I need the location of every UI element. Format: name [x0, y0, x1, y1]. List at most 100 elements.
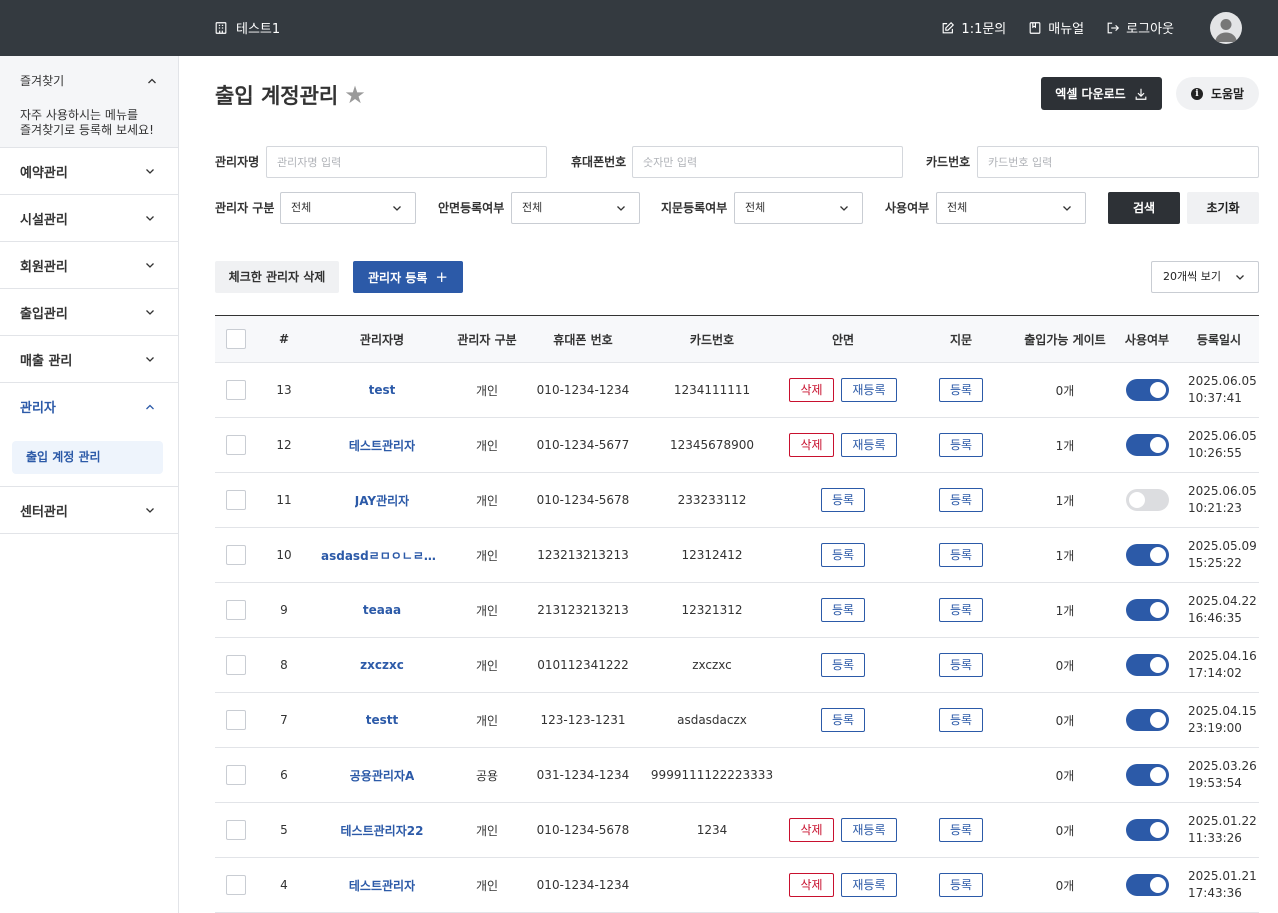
use-filter-select[interactable]: 전체: [936, 192, 1086, 224]
row-checkbox[interactable]: [226, 435, 246, 455]
admin-name-link[interactable]: 테스트관리자: [349, 877, 415, 894]
finger-register-button[interactable]: 등록: [938, 488, 984, 512]
name-filter-input[interactable]: [266, 146, 547, 178]
face-register-button[interactable]: 등록: [820, 543, 866, 567]
face-reregister-button[interactable]: 재등록: [841, 818, 897, 842]
sidebar-item-center[interactable]: 센터관리: [0, 487, 178, 534]
face-register-button[interactable]: 등록: [820, 653, 866, 677]
brand-name: 테스트1: [236, 22, 281, 37]
row-checkbox[interactable]: [226, 490, 246, 510]
enabled-toggle[interactable]: [1125, 764, 1169, 786]
sidebar-subitem-access-account[interactable]: 출입 계정 관리: [12, 441, 163, 474]
face-reregister-button[interactable]: 재등록: [841, 433, 897, 457]
admin-name-link[interactable]: 테스트관리자: [349, 437, 415, 454]
row-select-cell: [215, 473, 257, 528]
row-enabled-cell: [1115, 583, 1179, 638]
row-date: 2025.01.21: [1188, 869, 1257, 883]
brand[interactable]: 테스트1: [214, 18, 280, 37]
face-delete-button[interactable]: 삭제: [789, 378, 834, 402]
face-register-button[interactable]: 등록: [820, 598, 866, 622]
enabled-toggle[interactable]: [1125, 434, 1169, 456]
select-all-checkbox[interactable]: [226, 329, 246, 349]
help-button[interactable]: i 도움말: [1176, 77, 1259, 110]
finger-register-button[interactable]: 등록: [938, 433, 984, 457]
row-date-cell: 2025.04.15 23:19:00: [1179, 693, 1259, 748]
admin-name-link[interactable]: zxczxc: [360, 658, 404, 672]
row-checkbox[interactable]: [226, 765, 246, 785]
finger-filter-select[interactable]: 전체: [734, 192, 863, 224]
face-register-button[interactable]: 등록: [820, 488, 866, 512]
avatar[interactable]: [1210, 12, 1242, 44]
row-type: 개인: [475, 658, 499, 673]
face-delete-button[interactable]: 삭제: [789, 873, 834, 897]
phone-filter-input[interactable]: [632, 146, 903, 178]
manual-link[interactable]: 매뉴얼: [1028, 18, 1084, 37]
admin-name-link[interactable]: JAY관리자: [355, 492, 409, 509]
admin-name-link[interactable]: teaaa: [363, 603, 401, 617]
face-reregister-button[interactable]: 재등록: [841, 873, 897, 897]
row-checkbox[interactable]: [226, 710, 246, 730]
favorites-header[interactable]: 즐겨찾기: [20, 72, 158, 89]
enabled-toggle[interactable]: [1125, 709, 1169, 731]
finger-register-button[interactable]: 등록: [938, 543, 984, 567]
excel-download-button[interactable]: 엑셀 다운로드: [1041, 77, 1162, 110]
row-date-cell: 2025.05.09 15:25:22: [1179, 528, 1259, 583]
face-delete-button[interactable]: 삭제: [789, 818, 834, 842]
row-checkbox[interactable]: [226, 875, 246, 895]
face-delete-button[interactable]: 삭제: [789, 433, 834, 457]
favorites-msg-line2: 즐겨찾기로 등록해 보세요!: [20, 123, 154, 137]
admin-name-link[interactable]: 테스트관리자22: [341, 822, 424, 839]
page-size-select[interactable]: 20개씩 보기: [1151, 261, 1259, 293]
row-checkbox[interactable]: [226, 820, 246, 840]
admin-name-link[interactable]: testt: [366, 713, 399, 727]
enabled-toggle[interactable]: [1125, 654, 1169, 676]
type-filter-value: 전체: [291, 201, 312, 214]
enabled-toggle[interactable]: [1125, 379, 1169, 401]
sidebar-item-access[interactable]: 출입관리: [0, 289, 178, 336]
search-button[interactable]: 검색: [1108, 192, 1180, 224]
finger-register-button[interactable]: 등록: [938, 653, 984, 677]
sidebar-item-reservation[interactable]: 예약관리: [0, 148, 178, 195]
row-checkbox[interactable]: [226, 655, 246, 675]
type-filter-select[interactable]: 전체: [280, 192, 416, 224]
reset-button[interactable]: 초기화: [1187, 192, 1259, 224]
sidebar-item-admin[interactable]: 관리자: [0, 383, 178, 430]
card-filter-label: 카드번호: [926, 155, 971, 169]
finger-register-button[interactable]: 등록: [938, 598, 984, 622]
enabled-toggle[interactable]: [1125, 874, 1169, 896]
enabled-toggle[interactable]: [1125, 599, 1169, 621]
delete-checked-button[interactable]: 체크한 관리자 삭제: [215, 261, 339, 293]
row-name-cell: 공용관리자A: [311, 748, 453, 803]
enabled-toggle[interactable]: [1125, 544, 1169, 566]
finger-register-button[interactable]: 등록: [938, 378, 984, 402]
row-checkbox[interactable]: [226, 600, 246, 620]
sidebar-item-facility[interactable]: 시설관리: [0, 195, 178, 242]
row-checkbox[interactable]: [226, 380, 246, 400]
admin-name-link[interactable]: asdasdㄹㅁㅇㄴㄹㅁ...: [321, 547, 443, 564]
enabled-toggle[interactable]: [1125, 489, 1169, 511]
row-time: 16:46:35: [1188, 611, 1242, 625]
sidebar-item-members[interactable]: 회원관리: [0, 242, 178, 289]
row-number: 9: [280, 603, 288, 617]
finger-register-button[interactable]: 등록: [938, 873, 984, 897]
row-type: 개인: [475, 823, 499, 838]
sidebar-item-sales[interactable]: 매출 관리: [0, 336, 178, 383]
face-filter-select[interactable]: 전체: [511, 192, 640, 224]
admin-name-link[interactable]: test: [369, 383, 396, 397]
finger-register-button[interactable]: 등록: [938, 708, 984, 732]
inquiry-link[interactable]: 1:1문의: [941, 18, 1006, 37]
sidebar-item-label: 매출 관리: [20, 353, 73, 369]
row-select-cell: [215, 418, 257, 473]
star-icon[interactable]: ★: [344, 81, 366, 109]
row-enabled-cell: [1115, 363, 1179, 418]
register-admin-button[interactable]: 관리자 등록 +: [353, 261, 463, 293]
face-register-button[interactable]: 등록: [820, 708, 866, 732]
row-checkbox[interactable]: [226, 545, 246, 565]
logout-link[interactable]: 로그아웃: [1106, 18, 1174, 37]
admin-name-link[interactable]: 공용관리자A: [350, 767, 415, 784]
finger-register-button[interactable]: 등록: [938, 818, 984, 842]
enabled-toggle[interactable]: [1125, 819, 1169, 841]
face-reregister-button[interactable]: 재등록: [841, 378, 897, 402]
admin-submenu: 출입 계정 관리: [0, 430, 178, 487]
card-filter-input[interactable]: [977, 146, 1259, 178]
